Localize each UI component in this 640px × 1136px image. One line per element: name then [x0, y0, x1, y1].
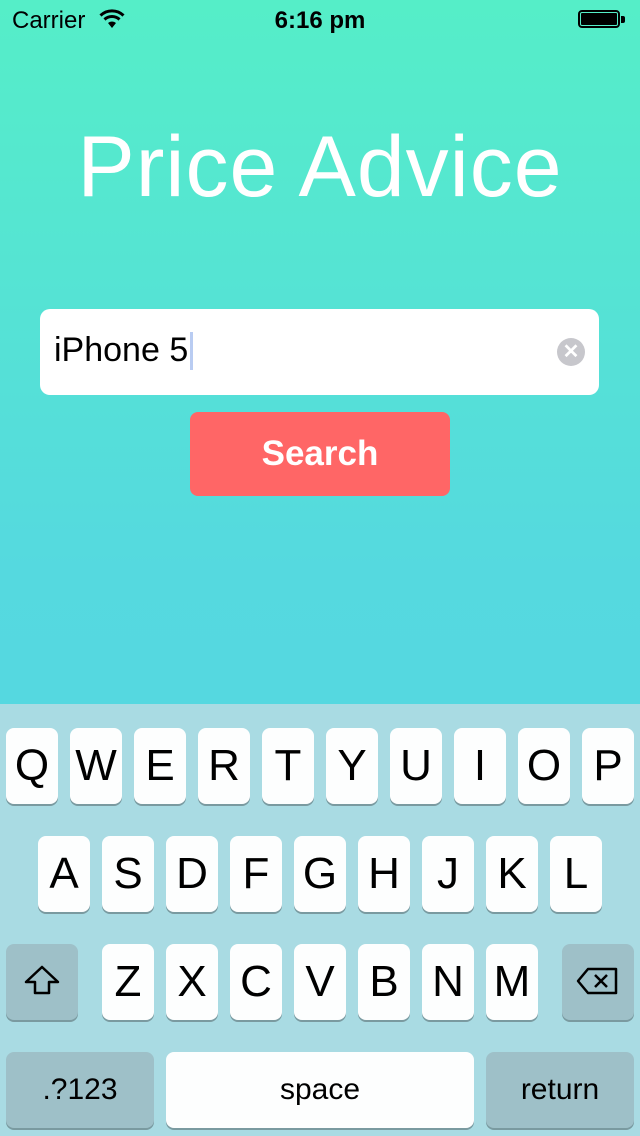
- shift-icon: [23, 957, 61, 1007]
- keyboard: Q W E R T Y U I O P A S D F G H J K L Z …: [0, 704, 640, 1136]
- delete-icon: [576, 957, 620, 1007]
- key-o[interactable]: O: [518, 728, 570, 804]
- key-n[interactable]: N: [422, 944, 474, 1020]
- shift-key[interactable]: [6, 944, 78, 1020]
- search-input[interactable]: iPhone 5 ✕: [40, 309, 599, 395]
- key-x[interactable]: X: [166, 944, 218, 1020]
- key-w[interactable]: W: [70, 728, 122, 804]
- key-p[interactable]: P: [582, 728, 634, 804]
- numbers-key[interactable]: .?123: [6, 1052, 154, 1128]
- key-c[interactable]: C: [230, 944, 282, 1020]
- battery-icon: [578, 10, 628, 30]
- app-title: Price Advice: [77, 119, 563, 215]
- key-d[interactable]: D: [166, 836, 218, 912]
- key-e[interactable]: E: [134, 728, 186, 804]
- search-text: iPhone 5: [54, 331, 189, 369]
- status-bar: Carrier 6:16 pm: [0, 0, 640, 40]
- key-t[interactable]: T: [262, 728, 314, 804]
- key-a[interactable]: A: [38, 836, 90, 912]
- space-key[interactable]: space: [166, 1052, 474, 1128]
- search-button[interactable]: Search: [190, 412, 450, 496]
- key-b[interactable]: B: [358, 944, 410, 1020]
- text-caret: [190, 331, 194, 370]
- key-v[interactable]: V: [294, 944, 346, 1020]
- key-k[interactable]: K: [486, 836, 538, 912]
- key-q[interactable]: Q: [6, 728, 58, 804]
- key-y[interactable]: Y: [326, 728, 378, 804]
- status-time: 6:16 pm: [274, 7, 366, 34]
- return-key[interactable]: return: [486, 1052, 634, 1128]
- key-l[interactable]: L: [550, 836, 602, 912]
- key-f[interactable]: F: [230, 836, 282, 912]
- key-z[interactable]: Z: [102, 944, 154, 1020]
- delete-key[interactable]: [562, 944, 634, 1020]
- key-i[interactable]: I: [454, 728, 506, 804]
- key-h[interactable]: H: [358, 836, 410, 912]
- key-r[interactable]: R: [198, 728, 250, 804]
- search-input-value: iPhone 5: [54, 331, 194, 370]
- key-j[interactable]: J: [422, 836, 474, 912]
- key-s[interactable]: S: [102, 836, 154, 912]
- clear-icon[interactable]: ✕: [557, 338, 585, 366]
- key-m[interactable]: M: [486, 944, 538, 1020]
- key-u[interactable]: U: [390, 728, 442, 804]
- key-g[interactable]: G: [294, 836, 346, 912]
